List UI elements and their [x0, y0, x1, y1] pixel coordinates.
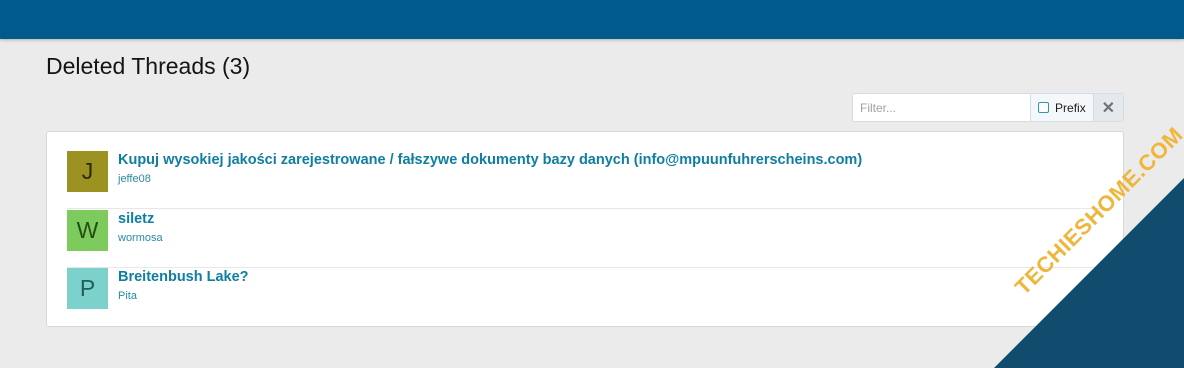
thread-row: J Kupuj wysokiej jakości zarejestrowane …: [67, 151, 1104, 209]
thread-author-link[interactable]: Pita: [118, 290, 137, 302]
thread-title-link[interactable]: Kupuj wysokiej jakości zarejestrowane / …: [118, 152, 862, 168]
thread-author-link[interactable]: jeffe08: [118, 173, 151, 185]
checkbox-icon[interactable]: [1038, 102, 1050, 113]
avatar[interactable]: P: [67, 268, 108, 309]
prefix-toggle[interactable]: Prefix: [1030, 94, 1093, 121]
thread-row: W siletz wormosa: [67, 210, 1104, 268]
thread-list: J Kupuj wysokiej jakości zarejestrowane …: [46, 131, 1124, 327]
thread-author-link[interactable]: wormosa: [118, 232, 163, 244]
thread-row: P Breitenbush Lake? Pita: [67, 268, 1104, 326]
thread-title-link[interactable]: Breitenbush Lake?: [118, 269, 249, 285]
avatar[interactable]: J: [67, 151, 108, 192]
clear-filter-button[interactable]: ✕: [1092, 94, 1123, 121]
filter-input[interactable]: [853, 94, 1031, 121]
top-navigation-bar: [0, 0, 1184, 39]
thread-title-link[interactable]: siletz: [118, 211, 154, 227]
avatar[interactable]: W: [67, 210, 108, 251]
prefix-label: Prefix: [1055, 100, 1086, 115]
filter-bar: Prefix ✕: [852, 93, 1124, 122]
page-title: Deleted Threads (3): [46, 53, 251, 79]
